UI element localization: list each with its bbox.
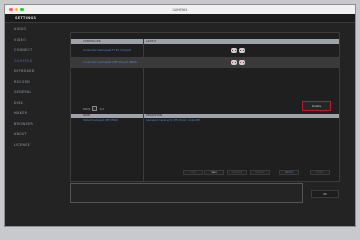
sidebar-item-browser[interactable]: BROWSER — [5, 119, 63, 130]
controller-table-header: CONTROLLER LAYOUT — [71, 39, 339, 44]
pad-count: PADS 1/4 — [83, 106, 104, 111]
sidebar-item-about[interactable]: ABOUT — [5, 129, 63, 140]
pad-checkbox[interactable] — [92, 106, 98, 111]
mapping-name: Default Gamepad (MFi XBOX) — [83, 119, 119, 122]
controller-name: Controller Gamepad (MFi XInput XBOX) — [83, 60, 138, 64]
column-divider — [143, 39, 144, 181]
action-button-row: Load Save Duplicate Rename Record Delete — [71, 170, 339, 175]
duplicate-button[interactable]: Duplicate — [227, 170, 247, 175]
sidebar-item-general[interactable]: GENERAL — [5, 87, 63, 98]
mapping-row[interactable]: Default Gamepad (MFi XBOX) Gamepad mappi… — [71, 118, 339, 123]
controller-name: Controller Gamepad F710 (XInput) — [83, 48, 132, 52]
sidebar-item-keyboard[interactable]: KEYBOARD — [5, 66, 63, 77]
sidebar-item-audio[interactable]: AUDIO — [5, 24, 63, 35]
sidebar-item-gamepad[interactable]: GAMEPAD — [5, 56, 63, 67]
gamepad-panel: CONTROLLER LAYOUT Controller Gamepad F71… — [70, 32, 340, 182]
gamepad-icon — [239, 60, 245, 65]
delete-button[interactable]: Delete — [310, 170, 330, 175]
log-box — [70, 183, 303, 203]
sidebar-item-disk[interactable]: DISK — [5, 98, 63, 109]
sidebar-item-video[interactable]: VIDEO — [5, 35, 63, 46]
column-controller: CONTROLLER — [83, 40, 101, 43]
sidebar-item-maker[interactable]: MAKER — [5, 108, 63, 119]
load-button[interactable]: Load — [183, 170, 203, 175]
app-window: GAMENIX SETTINGS AUDIO VIDEO CONNECT GAMEPA… — [4, 4, 356, 227]
sidebar-item-license[interactable]: LICENSE — [5, 140, 63, 151]
column-layout: LAYOUT — [146, 40, 157, 43]
mapping-description: Gamepad mapping for MFi XInput / Apple M… — [146, 119, 201, 122]
pad-count-value: 1/4 — [99, 106, 104, 111]
rename-button[interactable]: Rename — [250, 170, 270, 175]
ok-button[interactable]: OK — [311, 190, 339, 198]
sidebar-item-connect[interactable]: CONNECT — [5, 45, 63, 56]
controller-row[interactable]: Controller Gamepad F710 (XInput) — [71, 45, 339, 56]
gamepad-icon — [231, 60, 237, 65]
pad-count-label: PADS — [83, 106, 91, 111]
record-button[interactable]: Record — [279, 170, 299, 175]
sidebar-item-record[interactable]: RECORD — [5, 77, 63, 88]
controller-row-selected[interactable]: Controller Gamepad (MFi XInput XBOX) — [71, 57, 339, 68]
settings-header: SETTINGS — [5, 14, 355, 23]
save-button[interactable]: Save — [204, 170, 224, 175]
gamepad-icon — [231, 48, 237, 53]
gamepad-icon — [239, 48, 245, 53]
delete-controller-button[interactable]: Delete — [302, 101, 331, 111]
window-title: GAMENIX — [172, 7, 188, 12]
settings-sidebar: AUDIO VIDEO CONNECT GAMEPAD KEYBOARD RECORD GE… — [5, 24, 63, 226]
